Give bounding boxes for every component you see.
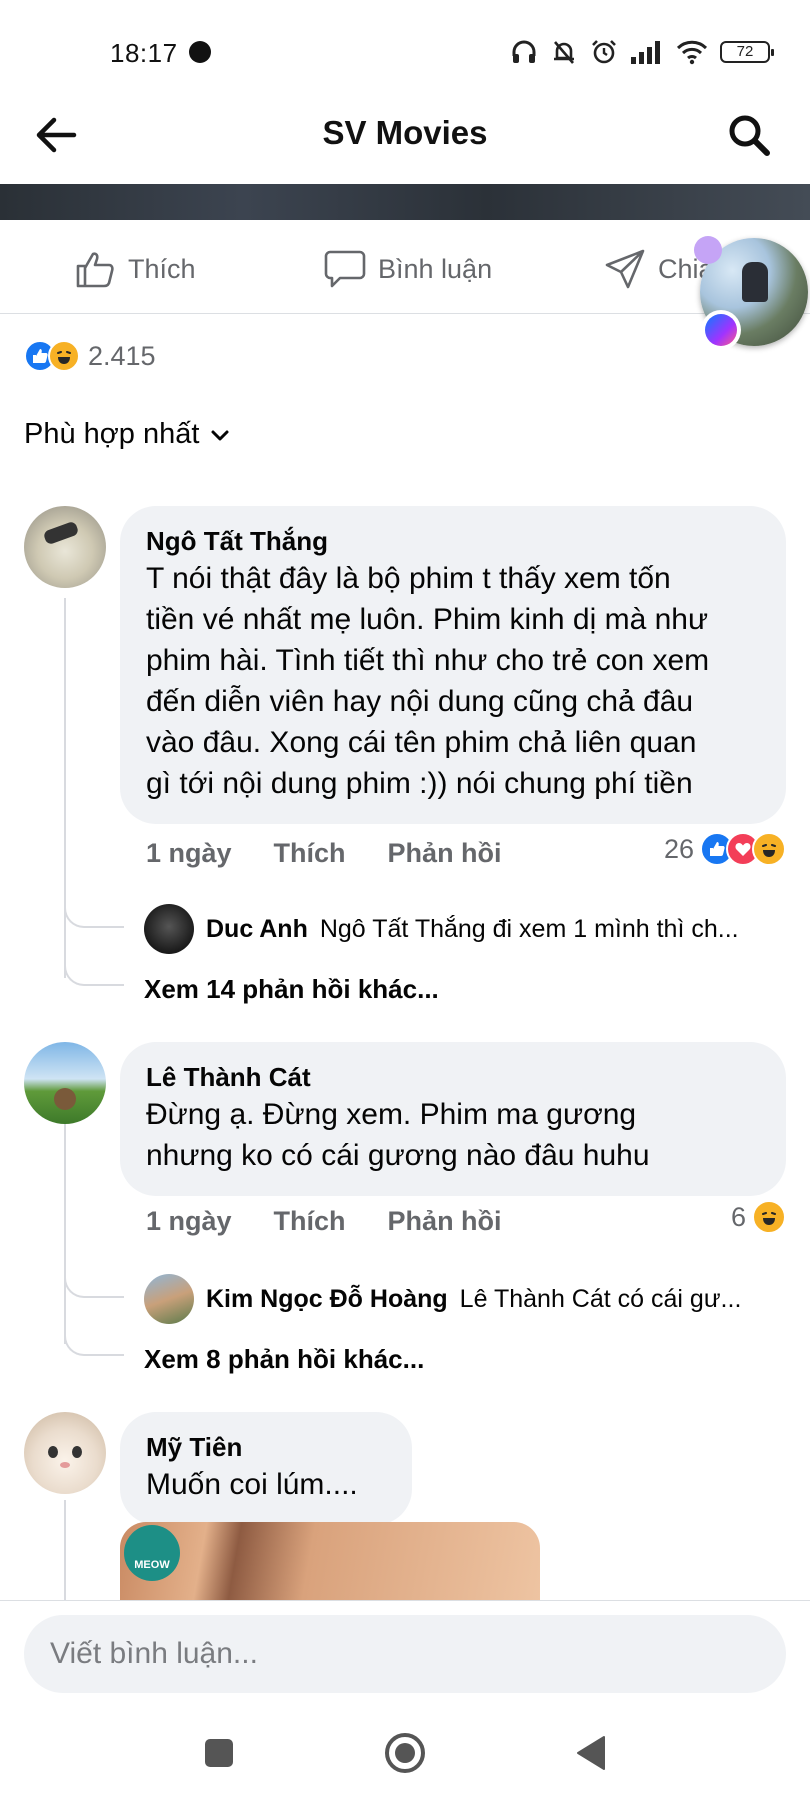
thread-line — [64, 1124, 66, 1344]
send-icon — [605, 249, 645, 289]
square-icon — [205, 1739, 233, 1767]
avatar[interactable] — [144, 904, 194, 954]
reply-text: Lê Thành Cát có cái gư... — [459, 1284, 742, 1313]
comment-bubble[interactable]: Ngô Tất Thắng T nói thật đây là bộ phim … — [120, 506, 786, 824]
comment-timestamp[interactable]: 1 ngày — [146, 838, 232, 869]
view-more-replies[interactable]: Xem 8 phản hồi khác... — [144, 1344, 424, 1375]
home-button[interactable] — [380, 1728, 430, 1778]
like-label: Thích — [128, 253, 196, 284]
headphones-icon — [512, 40, 536, 63]
comment-reaction-count: 26 — [663, 833, 694, 864]
messenger-badge-icon — [701, 310, 741, 350]
thread-line — [64, 1500, 66, 1600]
comment-composer-bar — [0, 1600, 810, 1704]
search-icon — [729, 115, 770, 156]
comment-text-line: tiền vé nhất mẹ luôn. Phim kinh dị mà nh… — [146, 603, 709, 636]
thumbs-up-icon — [76, 252, 114, 288]
chat-head-photo-subject — [742, 262, 768, 302]
comment-author[interactable]: Ngô Tất Thắng — [146, 524, 762, 558]
status-bar: 18:17 72 — [0, 0, 810, 90]
page-title: SV Movies — [322, 114, 488, 151]
comment-text-line: đến diễn viên hay nội dung cũng chả đâu — [146, 685, 694, 718]
comment-reply-button[interactable]: Phản hồi — [388, 838, 502, 869]
haha-reaction-icon — [752, 832, 786, 866]
comment-text: Muốn coi lúm.... — [146, 1464, 388, 1505]
avatar[interactable] — [144, 1274, 194, 1324]
comment-text-line: Đừng ạ. Đừng xem. Phim ma gương — [146, 1098, 637, 1131]
sticker-badge: MEOW — [124, 1525, 180, 1581]
reply-author[interactable]: Kim Ngọc Đỗ Hoàng — [206, 1285, 448, 1314]
comment-reactions[interactable]: 26 — [664, 832, 786, 866]
comment-button[interactable]: Bình luận — [324, 248, 492, 290]
view-more-replies[interactable]: Xem 14 phản hồi khác... — [144, 974, 439, 1005]
wifi-icon — [676, 40, 708, 65]
reply-connector — [64, 1332, 124, 1356]
comment-bubble-icon — [324, 250, 366, 288]
status-icons: 72 — [510, 36, 774, 68]
comment-text-line: T nói thật đây là bộ phim t thấy xem tốn — [146, 562, 671, 595]
reply-connector — [64, 962, 124, 986]
avatar[interactable] — [24, 1042, 106, 1124]
messenger-notification-icon — [189, 41, 211, 63]
comment-text-line: gì tới nội dung phim :)) nói chung phí t… — [146, 767, 693, 800]
comment-meta: 1 ngày Thích Phản hồi — [146, 1206, 502, 1237]
comment-reactions[interactable]: 6 — [731, 1200, 786, 1234]
reply-preview[interactable]: Duc Anh Ngô Tất Thắng đi xem 1 mình thì … — [144, 904, 739, 954]
triangle-back-icon — [577, 1736, 605, 1770]
mute-bell-icon — [554, 41, 574, 64]
reply-connector — [64, 904, 124, 928]
comment-text-line: vào đâu. Xong cái tên phim chả liên quan — [146, 726, 697, 759]
status-time: 18:17 — [110, 38, 178, 68]
comment-image-attachment[interactable] — [120, 1522, 540, 1610]
comment-meta: 1 ngày Thích Phản hồi — [146, 838, 502, 869]
system-nav-bar — [0, 1704, 810, 1800]
reply-preview[interactable]: Kim Ngọc Đỗ Hoàng Lê Thành Cát có cái gư… — [144, 1274, 741, 1324]
comment-label: Bình luận — [378, 253, 493, 284]
avatar[interactable] — [24, 506, 106, 588]
comment-input[interactable] — [24, 1615, 786, 1693]
avatar[interactable] — [24, 1412, 106, 1494]
comment-bubble[interactable]: Lê Thành Cát Đừng ạ. Đừng xem. Phim ma g… — [120, 1042, 786, 1196]
comment-author[interactable]: Lê Thành Cát — [146, 1060, 762, 1094]
chevron-down-icon — [211, 430, 229, 440]
reply-text: Ngô Tất Thắng đi xem 1 mình thì ch... — [319, 914, 739, 943]
reactions-summary[interactable]: 2.415 — [24, 338, 156, 374]
sort-label: Phù hợp nhất — [24, 418, 200, 450]
comment-like-button[interactable]: Thích — [274, 1206, 346, 1237]
comment-bubble[interactable]: Mỹ Tiên Muốn coi lúm.... — [120, 1412, 412, 1525]
haha-reaction-icon — [752, 1200, 786, 1234]
battery-icon: 72 — [720, 41, 774, 63]
thread-line — [64, 598, 66, 978]
signal-icon — [631, 41, 660, 64]
comment-like-button[interactable]: Thích — [274, 838, 346, 869]
comment-reply-button[interactable]: Phản hồi — [388, 1206, 502, 1237]
comment-author[interactable]: Mỹ Tiên — [146, 1430, 388, 1464]
comment-text-line: Muốn coi lúm.... — [146, 1468, 358, 1501]
chat-head-unread-dot — [694, 236, 722, 264]
post-image-strip[interactable] — [0, 184, 810, 220]
like-button[interactable]: Thích — [74, 248, 196, 290]
post-action-bar: Thích Bình luận Chia — [0, 222, 810, 314]
comment-sort-dropdown[interactable]: Phù hợp nhất — [24, 418, 231, 451]
comment-text-line: phim hài. Tình tiết thì như cho trẻ con … — [146, 644, 710, 677]
comment-reaction-count: 6 — [730, 1201, 746, 1232]
circle-icon — [385, 1733, 425, 1773]
comment-text: T nói thật đây là bộ phim t thấy xem tốn… — [146, 558, 762, 804]
back-nav-button[interactable] — [566, 1728, 616, 1778]
reply-author[interactable]: Duc Anh — [206, 915, 308, 944]
comment-text-line: nhưng ko có cái gương nào đâu huhu — [146, 1139, 650, 1172]
alarm-icon — [592, 40, 616, 64]
reply-connector — [64, 1274, 124, 1298]
recents-button[interactable] — [194, 1728, 244, 1778]
reactions-count: 2.415 — [88, 340, 156, 371]
page-header: SV Movies — [0, 90, 810, 180]
comment-text: Đừng ạ. Đừng xem. Phim ma gương nhưng ko… — [146, 1094, 762, 1176]
search-button[interactable] — [722, 108, 776, 162]
comment-timestamp[interactable]: 1 ngày — [146, 1206, 232, 1237]
haha-reaction-icon — [48, 340, 80, 372]
